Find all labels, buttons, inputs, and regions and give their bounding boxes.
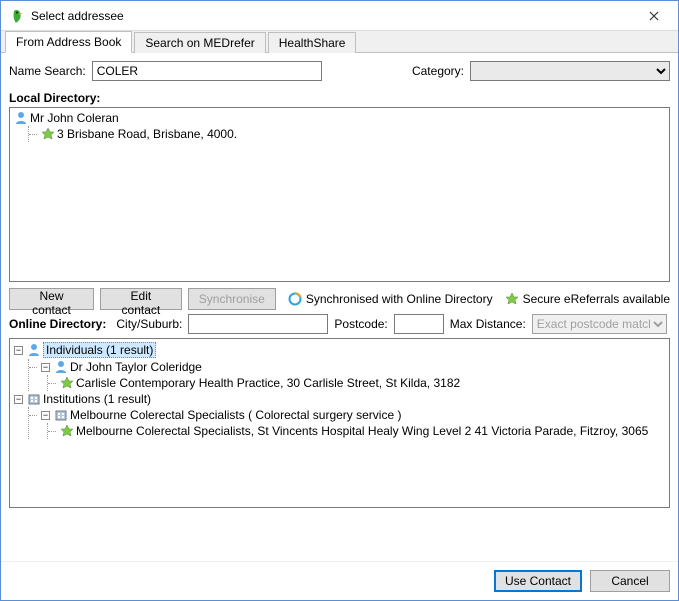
person-icon: [27, 343, 41, 357]
local-directory-title: Local Directory:: [9, 91, 670, 105]
tab-from-address-book[interactable]: From Address Book: [5, 31, 132, 53]
sync-legend: Synchronised with Online Directory: [288, 292, 493, 306]
cancel-button[interactable]: Cancel: [590, 570, 670, 592]
star-icon: [505, 292, 519, 306]
synchronise-button[interactable]: Synchronise: [188, 288, 276, 310]
new-contact-button[interactable]: New contact: [9, 288, 94, 310]
dialog-footer: Use Contact Cancel: [1, 561, 678, 600]
ereferrals-legend: Secure eReferrals available: [505, 292, 670, 306]
institutions-group-label: Institutions (1 result): [43, 392, 151, 406]
expander-minus-icon[interactable]: −: [41, 363, 50, 372]
local-contact-row[interactable]: Mr John Coleran: [14, 110, 665, 126]
app-parrot-icon: [9, 8, 25, 24]
individuals-group-label: Individuals (1 result): [43, 342, 156, 358]
edit-contact-button[interactable]: Edit contact: [100, 288, 182, 310]
individuals-group-row[interactable]: − Individuals (1 result): [14, 341, 665, 359]
tab-healthshare[interactable]: HealthShare: [268, 32, 357, 53]
online-directory-list[interactable]: − Individuals (1 result) − Dr John Taylo…: [9, 338, 670, 508]
tab-search-medrefer[interactable]: Search on MEDrefer: [134, 32, 265, 53]
window-close-button[interactable]: [634, 2, 674, 30]
building-icon: [27, 392, 41, 406]
institutions-group-row[interactable]: − Institutions (1 result): [14, 391, 665, 407]
institution-address-row[interactable]: Melbourne Colerectal Specialists, St Vin…: [52, 423, 665, 439]
postcode-input[interactable]: [394, 314, 444, 334]
local-contact-address: 3 Brisbane Road, Brisbane, 4000.: [57, 127, 237, 141]
star-icon: [60, 376, 74, 390]
expander-minus-icon[interactable]: −: [14, 395, 23, 404]
expander-minus-icon[interactable]: −: [14, 346, 23, 355]
close-icon: [649, 11, 659, 21]
individual-address: Carlisle Contemporary Health Practice, 3…: [76, 376, 460, 390]
sync-legend-text: Synchronised with Online Directory: [306, 292, 493, 306]
star-icon: [60, 424, 74, 438]
local-contact-name: Mr John Coleran: [30, 111, 119, 125]
building-icon: [54, 408, 68, 422]
local-directory-list[interactable]: Mr John Coleran 3 Brisbane Road, Brisban…: [9, 107, 670, 282]
category-select[interactable]: [470, 61, 670, 81]
city-label: City/Suburb:: [116, 317, 182, 331]
local-contact-address-row[interactable]: 3 Brisbane Road, Brisbane, 4000.: [33, 126, 665, 142]
search-row: Name Search: Category:: [9, 61, 670, 81]
name-search-label: Name Search:: [9, 64, 86, 78]
person-icon: [14, 111, 28, 125]
expander-minus-icon[interactable]: −: [41, 411, 50, 420]
select-addressee-dialog: Select addressee From Address Book Searc…: [0, 0, 679, 601]
name-search-input[interactable]: [92, 61, 322, 81]
maxdist-select[interactable]: Exact postcode match: [532, 314, 667, 334]
tab-bar: From Address Book Search on MEDrefer Hea…: [1, 31, 678, 53]
category-label: Category:: [412, 64, 464, 78]
maxdist-label: Max Distance:: [450, 317, 526, 331]
city-input[interactable]: [188, 314, 328, 334]
person-icon: [54, 360, 68, 374]
institution-address: Melbourne Colerectal Specialists, St Vin…: [76, 424, 648, 438]
individual-result-row[interactable]: − Dr John Taylor Coleridge: [33, 359, 665, 375]
individual-name: Dr John Taylor Coleridge: [70, 360, 202, 374]
window-title: Select addressee: [31, 9, 634, 23]
titlebar: Select addressee: [1, 1, 678, 31]
online-filters-row: Online Directory: City/Suburb: Postcode:…: [9, 314, 670, 334]
individual-address-row[interactable]: Carlisle Contemporary Health Practice, 3…: [52, 375, 665, 391]
institution-name: Melbourne Colerectal Specialists ( Color…: [70, 408, 401, 422]
postcode-label: Postcode:: [334, 317, 387, 331]
use-contact-button[interactable]: Use Contact: [494, 570, 582, 592]
online-directory-title: Online Directory:: [9, 317, 106, 331]
sync-icon: [288, 292, 302, 306]
star-icon: [41, 127, 55, 141]
institution-result-row[interactable]: − Melbourne Colerectal Specialists ( Col…: [33, 407, 665, 423]
ereferrals-legend-text: Secure eReferrals available: [523, 292, 670, 306]
local-actions-row: New contact Edit contact Synchronise Syn…: [9, 288, 670, 310]
